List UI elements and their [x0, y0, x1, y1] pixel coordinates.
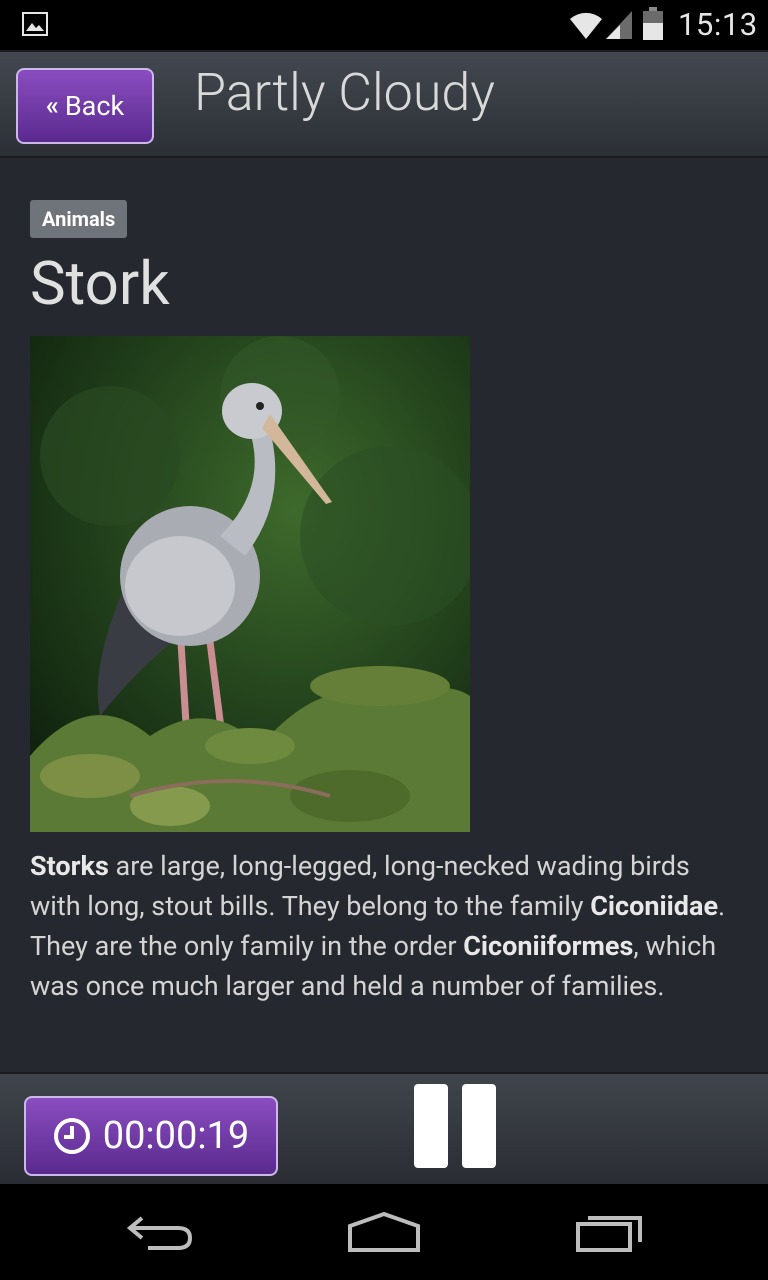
- page-title: Partly Cloudy: [194, 62, 496, 123]
- home-nav-icon[interactable]: [346, 1210, 422, 1254]
- term-ciconiiformes: Ciconiiformes: [463, 930, 634, 962]
- term-ciconiidae: Ciconiidae: [590, 890, 719, 922]
- wifi-icon: [570, 12, 602, 39]
- pause-icon: [414, 1084, 448, 1168]
- back-nav-icon[interactable]: [126, 1210, 194, 1254]
- timer-button[interactable]: 00:00:19: [24, 1096, 278, 1176]
- category-badge[interactable]: Animals: [30, 200, 128, 238]
- double-chevron-left-icon: «: [45, 91, 59, 121]
- signal-icon: [606, 11, 632, 39]
- system-nav-bar: [0, 1184, 768, 1280]
- back-button-label: Back: [64, 90, 125, 122]
- back-button[interactable]: « Back: [16, 68, 154, 144]
- player-bar: 00:00:19: [0, 1072, 768, 1184]
- article: Animals Stork Storks are large, long-leg…: [30, 200, 740, 1002]
- elapsed-time: 00:00:19: [102, 1114, 250, 1158]
- article-title: Stork: [30, 248, 170, 319]
- gallery-notification-icon: [22, 12, 48, 36]
- status-clock: 15:13: [678, 6, 758, 43]
- term-storks: Storks: [30, 850, 109, 882]
- status-bar: 15:13: [0, 0, 768, 50]
- battery-icon: [643, 7, 663, 40]
- article-description: Storks are large, long-legged, long-neck…: [30, 846, 740, 1006]
- clock-icon: [53, 1118, 90, 1154]
- stork-photo: [30, 336, 470, 832]
- pause-button[interactable]: [412, 1084, 500, 1170]
- pause-icon-bar: [462, 1084, 496, 1168]
- top-bar: « Back Partly Cloudy: [0, 50, 768, 158]
- recent-apps-icon[interactable]: [574, 1210, 646, 1254]
